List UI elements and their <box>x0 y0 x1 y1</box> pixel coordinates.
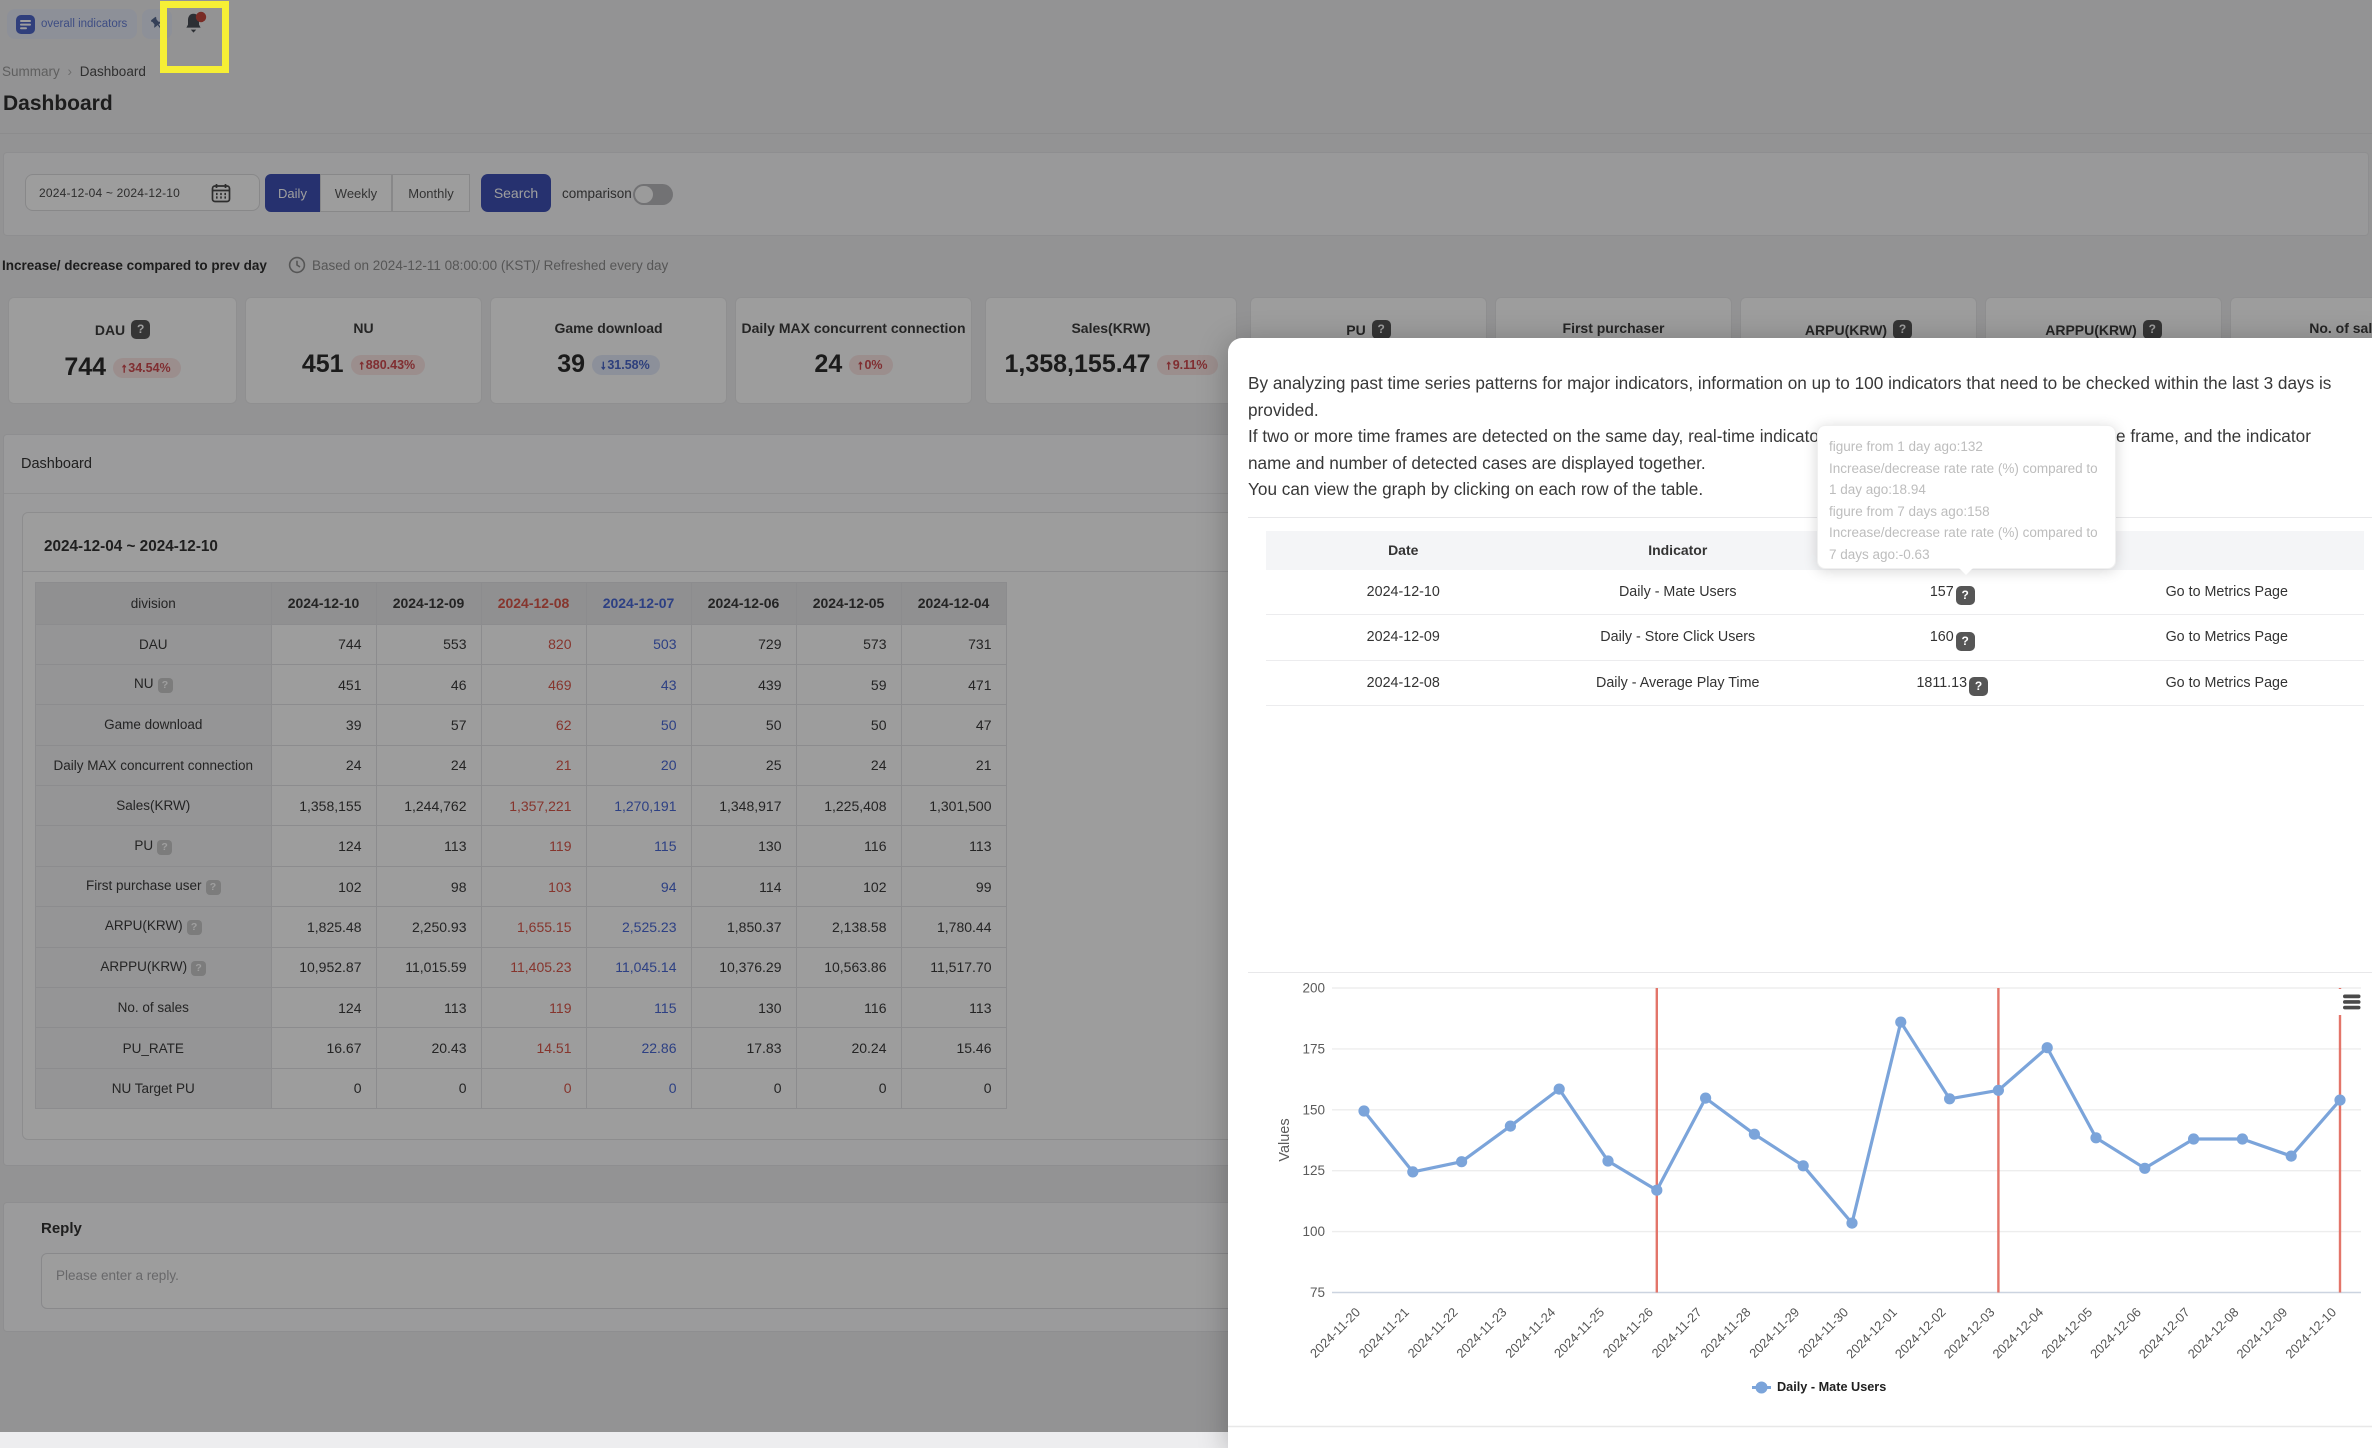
svg-text:2024-11-20: 2024-11-20 <box>1307 1305 1363 1361</box>
svg-text:2024-12-06: 2024-12-06 <box>2087 1305 2144 1362</box>
svg-text:2024-12-08: 2024-12-08 <box>2185 1305 2242 1362</box>
svg-text:100: 100 <box>1302 1224 1325 1239</box>
svg-text:Values: Values <box>1277 1118 1293 1161</box>
svg-text:2024-11-26: 2024-11-26 <box>1600 1305 1656 1361</box>
svg-text:2024-11-29: 2024-11-29 <box>1746 1305 1802 1361</box>
svg-text:2024-11-25: 2024-11-25 <box>1551 1305 1607 1361</box>
svg-text:Daily - Mate Users: Daily - Mate Users <box>1777 1380 1886 1394</box>
svg-text:75: 75 <box>1310 1285 1325 1300</box>
svg-text:2024-12-09: 2024-12-09 <box>2233 1305 2290 1362</box>
svg-text:125: 125 <box>1302 1163 1325 1178</box>
svg-text:2024-11-28: 2024-11-28 <box>1697 1305 1753 1361</box>
svg-text:175: 175 <box>1302 1041 1325 1056</box>
svg-text:2024-11-24: 2024-11-24 <box>1502 1305 1558 1361</box>
svg-text:2024-11-30: 2024-11-30 <box>1795 1305 1851 1361</box>
svg-text:2024-12-04: 2024-12-04 <box>1989 1305 2046 1362</box>
svg-text:2024-12-10: 2024-12-10 <box>2282 1305 2339 1362</box>
svg-text:2024-12-02: 2024-12-02 <box>1892 1305 1949 1362</box>
svg-text:200: 200 <box>1302 981 1325 996</box>
svg-text:2024-11-21: 2024-11-21 <box>1356 1305 1412 1361</box>
svg-text:150: 150 <box>1302 1102 1325 1117</box>
svg-text:2024-11-23: 2024-11-23 <box>1453 1305 1509 1361</box>
svg-text:2024-12-07: 2024-12-07 <box>2136 1305 2193 1362</box>
svg-text:2024-12-01: 2024-12-01 <box>1843 1305 1900 1362</box>
svg-text:2024-11-27: 2024-11-27 <box>1648 1305 1704 1361</box>
svg-text:2024-11-22: 2024-11-22 <box>1404 1305 1460 1361</box>
svg-text:2024-12-05: 2024-12-05 <box>2038 1305 2095 1362</box>
svg-text:2024-12-03: 2024-12-03 <box>1941 1305 1998 1362</box>
